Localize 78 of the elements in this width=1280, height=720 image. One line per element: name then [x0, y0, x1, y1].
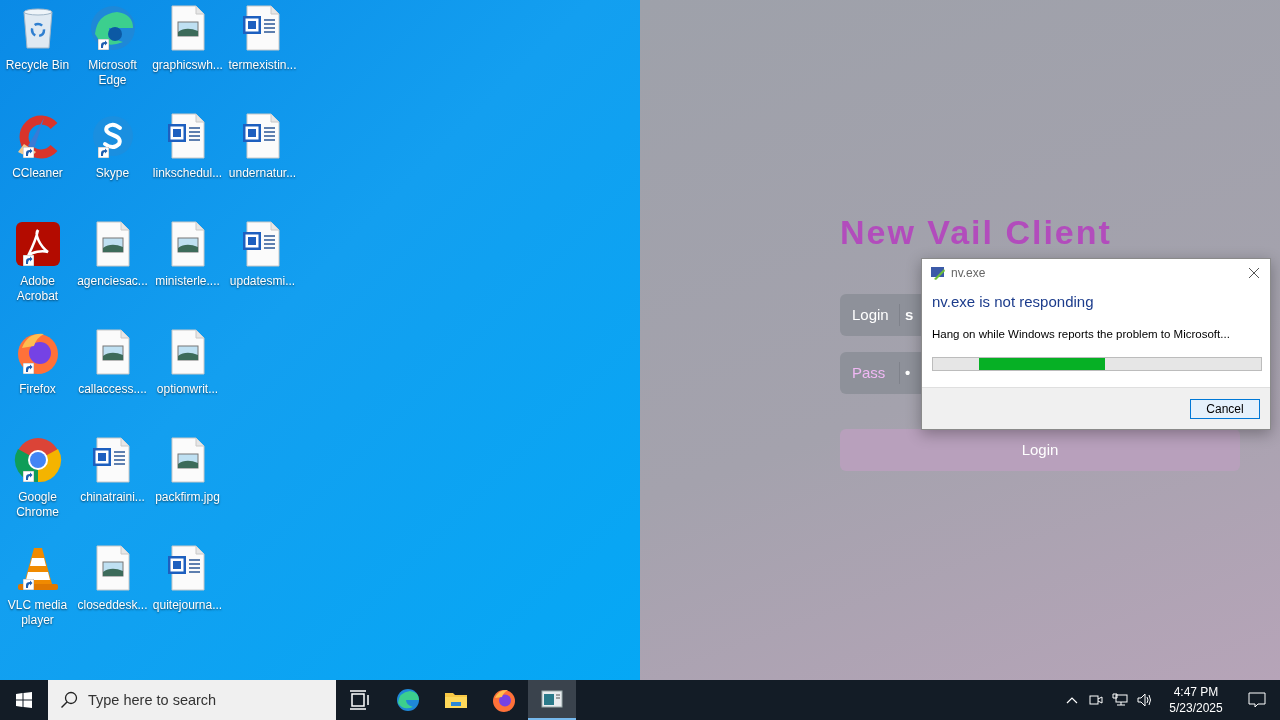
- icon-label: graphicswh...: [151, 58, 224, 73]
- shortcut-arrow-icon: [22, 363, 34, 374]
- clock-date: 5/23/2025: [1169, 700, 1223, 716]
- icon-label: ministerle....: [154, 274, 221, 289]
- taskbar-app-button[interactable]: [528, 680, 576, 720]
- volume-icon: [1136, 692, 1154, 708]
- desktop-icon[interactable]: linkschedul...: [150, 108, 225, 216]
- desktop-icon[interactable]: updatesmi...: [225, 216, 300, 324]
- shortcut-arrow-icon: [22, 147, 34, 158]
- desktop-icon[interactable]: chinatraini...: [75, 432, 150, 540]
- desktop-icon[interactable]: undernatur...: [225, 108, 300, 216]
- shortcut-arrow-icon: [97, 147, 109, 158]
- shortcut-arrow-icon: [22, 579, 34, 590]
- field-value: •: [905, 362, 911, 383]
- icon-label: termexistin...: [227, 58, 298, 73]
- icon-label: chinatraini...: [79, 490, 146, 505]
- shortcut-arrow-icon: [22, 255, 34, 266]
- desktop-icon[interactable]: Google Chrome: [0, 432, 75, 540]
- desktop-icon[interactable]: packfirm.jpg: [150, 432, 225, 540]
- chrome-icon: [13, 436, 62, 484]
- icon-label: Skype: [94, 166, 131, 181]
- icon-label: packfirm.jpg: [154, 490, 221, 505]
- notification-icon: [1248, 691, 1266, 709]
- close-icon: [1248, 267, 1260, 279]
- cancel-button[interactable]: Cancel: [1190, 398, 1260, 419]
- field-value: s: [905, 304, 914, 325]
- search-field[interactable]: Type here to search: [48, 680, 336, 720]
- caret-up-icon: [1066, 696, 1078, 704]
- desktop-icon[interactable]: Firefox: [0, 324, 75, 432]
- desktop-icon[interactable]: Microsoft Edge: [75, 0, 150, 108]
- icon-label: Google Chrome: [15, 490, 60, 520]
- desktop-icon[interactable]: ministerle....: [150, 216, 225, 324]
- acrobat-icon: [13, 220, 62, 268]
- desktop-icon[interactable]: Recycle Bin: [0, 0, 75, 108]
- shortcut-arrow-icon: [22, 471, 34, 482]
- icon-label: updatesmi...: [228, 274, 297, 289]
- icon-label: CCleaner: [11, 166, 64, 181]
- icon-label: closeddesk...: [76, 598, 149, 613]
- icon-label: Firefox: [18, 382, 57, 397]
- network-icon: [1112, 692, 1128, 708]
- desktop-icon[interactable]: Skype: [75, 108, 150, 216]
- icon-label: linkschedul...: [151, 166, 224, 181]
- desktop-icon[interactable]: graphicswh...: [150, 0, 225, 108]
- icon-label: callaccess....: [77, 382, 148, 397]
- icon-label: agenciesac...: [76, 274, 149, 289]
- desktop-icon[interactable]: termexistin...: [225, 0, 300, 108]
- shortcut-arrow-icon: [97, 39, 109, 50]
- icon-label: VLC media player: [6, 598, 69, 628]
- desktop-icon[interactable]: CCleaner: [0, 108, 75, 216]
- app-title: New Vail Client: [840, 212, 1113, 253]
- dialog-message: Hang on while Windows reports the problem to Microsoft...: [932, 326, 1231, 342]
- icon-label: Adobe Acrobat: [15, 274, 60, 304]
- icon-label: quitejourna...: [151, 598, 224, 613]
- desktop-icon[interactable]: optionwrit...: [150, 324, 225, 432]
- desktop-icon[interactable]: quitejourna...: [150, 540, 225, 648]
- dialog-title: nv.exe: [951, 265, 986, 282]
- edge-icon: [88, 4, 137, 52]
- close-button[interactable]: [1246, 265, 1262, 281]
- desktop-icon[interactable]: Adobe Acrobat: [0, 216, 75, 324]
- field-label: Pass: [840, 361, 900, 385]
- dialog-heading: nv.exe is not responding: [932, 292, 1095, 312]
- edge-icon: [395, 687, 421, 713]
- firefox-icon: [491, 687, 517, 713]
- camera-icon: [1088, 692, 1104, 708]
- icon-label: Recycle Bin: [4, 58, 71, 73]
- windows-logo-icon: [16, 692, 32, 708]
- field-label: Login: [840, 303, 900, 327]
- desktop-icon[interactable]: callaccess....: [75, 324, 150, 432]
- icon-label: undernatur...: [227, 166, 298, 181]
- clock-time: 4:47 PM: [1173, 684, 1219, 700]
- desktop-icon[interactable]: VLC media player: [0, 540, 75, 648]
- icon-label: optionwrit...: [155, 382, 220, 397]
- search-icon: [60, 691, 78, 709]
- login-button[interactable]: Login: [840, 429, 1240, 471]
- desktop-icon[interactable]: agenciesac...: [75, 216, 150, 324]
- icon-label: Microsoft Edge: [87, 58, 138, 88]
- app-icon: [930, 265, 946, 281]
- desktop-icon[interactable]: closeddesk...: [75, 540, 150, 648]
